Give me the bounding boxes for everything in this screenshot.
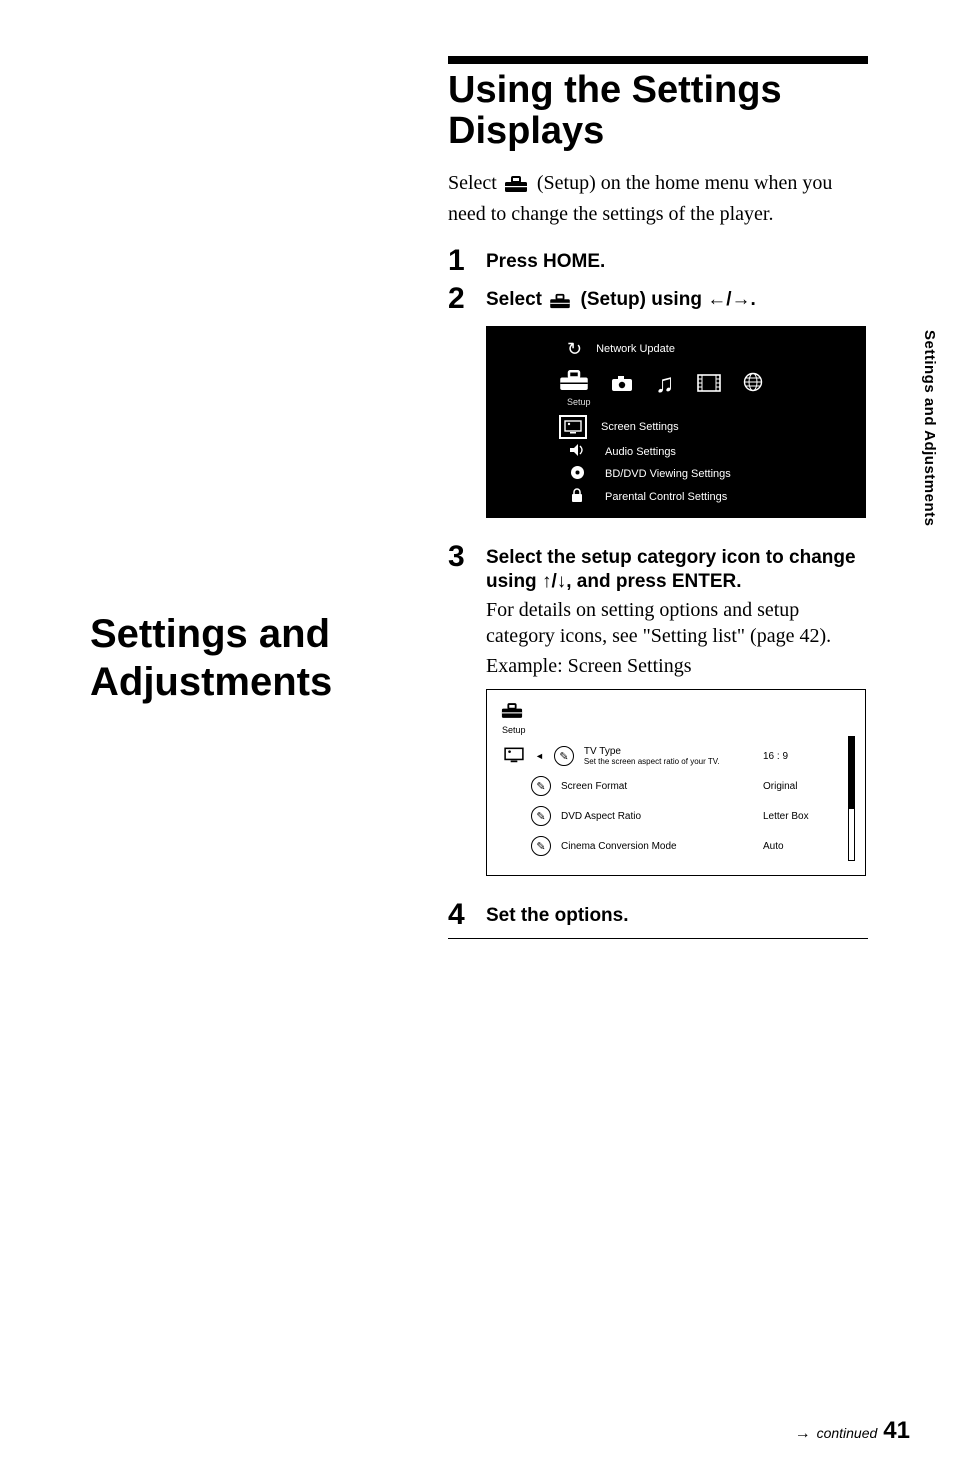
step-3-line2b: , and press ENTER. [566, 571, 741, 592]
step-2-text-b: (Setup) using [581, 289, 708, 310]
toolbox-icon [501, 702, 523, 725]
scrollbar-thumb [849, 737, 854, 808]
screenshot-screen-settings: Setup ◄ ✎ TV Type Set the screen [486, 689, 866, 876]
wrench-circle-icon: ✎ [554, 746, 574, 766]
step-number: 4 [448, 900, 472, 930]
toolbox-icon [549, 292, 571, 316]
step-2-text-c: . [750, 289, 755, 310]
left-right-arrows-icon: ←/→ [707, 289, 750, 310]
ss1-item-label: BD/DVD Viewing Settings [605, 468, 731, 480]
music-note-icon: ♫ [655, 368, 675, 399]
refresh-icon: ↻ [567, 339, 582, 360]
step-3: 3 Select the setup category icon to chan… [448, 542, 868, 893]
step-2: 2 Select (Setup) using ←/→. ↻ Network Up… [448, 284, 868, 534]
toolbox-icon [504, 174, 528, 201]
end-rule [448, 938, 868, 939]
screen-settings-icon [559, 415, 587, 439]
step-2-head: Select (Setup) using ←/→. [486, 288, 868, 316]
ss2-row-label: DVD Aspect Ratio [561, 811, 641, 822]
ss1-item-row: BD/DVD Viewing Settings [487, 463, 865, 486]
ss1-item-label: Parental Control Settings [605, 491, 727, 503]
ss2-row-sublabel: Set the screen aspect ratio of your TV. [584, 757, 720, 766]
step-number: 2 [448, 284, 472, 534]
intro-text-before: Select [448, 172, 502, 194]
page-heading: Using the Settings Displays [448, 70, 868, 152]
step-number: 3 [448, 542, 472, 893]
ss1-network-update: Network Update [596, 343, 675, 355]
step-1-head: Press HOME. [486, 250, 868, 274]
heading-rule [448, 56, 868, 64]
continued-label: continued [817, 1425, 878, 1441]
ss1-selected-label: Screen Settings [601, 421, 679, 433]
ss2-row-value: 16 : 9 [763, 751, 833, 762]
ss2-row: ✎ Screen Format Original [529, 771, 851, 801]
ss1-item-row: Audio Settings [487, 441, 865, 463]
audio-settings-icon [563, 443, 591, 461]
step-3-body2: Example: Screen Settings [486, 653, 868, 679]
screenshot-home-menu: ↻ Network Update ♫ [486, 326, 866, 518]
ss2-row-label: Screen Format [561, 781, 627, 792]
step-3-body1: For details on setting options and setup… [486, 597, 868, 649]
step-1: 1 Press HOME. [448, 246, 868, 276]
step-2-text-a: Select [486, 289, 547, 310]
disc-settings-icon [563, 465, 591, 484]
intro-paragraph: Select (Setup) on the home menu when you… [448, 170, 868, 228]
step-3-line1: Select the setup category icon to [486, 547, 789, 568]
ss2-row-arrow: ◄ [535, 751, 544, 761]
step-4: 4 Set the options. [448, 900, 868, 930]
ss2-row-value: Letter Box [763, 811, 833, 822]
ss1-selected-row: Screen Settings [487, 413, 865, 441]
ss1-category-icons: ♫ [487, 362, 865, 399]
ss1-top-row: ↻ Network Update [487, 337, 865, 362]
ss1-list: Screen Settings Audio Settings [487, 413, 865, 509]
ss1-setup-label: Setup [487, 397, 865, 407]
ss2-row-label: TV Type [584, 746, 621, 757]
ss2-row: ✎ DVD Aspect Ratio Letter Box [529, 801, 851, 831]
step-4-head: Set the options. [486, 904, 868, 928]
ss2-row-selected: ◄ ✎ TV Type Set the screen aspect ratio … [501, 741, 851, 771]
ss2-row-value: Auto [763, 841, 833, 852]
globe-icon [743, 368, 763, 399]
wrench-circle-icon: ✎ [531, 806, 551, 826]
toolbox-icon [559, 368, 589, 399]
step-number: 1 [448, 246, 472, 276]
film-strip-icon [697, 368, 721, 399]
ss1-item-row: Parental Control Settings [487, 486, 865, 509]
page-footer: → continued 41 [795, 1417, 910, 1445]
wrench-circle-icon: ✎ [531, 836, 551, 856]
steps-list: 1 Press HOME. 2 Select (Setup) using ←/→… [448, 246, 868, 930]
camera-icon [611, 368, 633, 399]
screen-settings-icon [503, 747, 525, 766]
up-down-arrows-icon: ↑/↓ [542, 571, 566, 592]
page-number: 41 [883, 1417, 910, 1445]
step-3-head: Select the setup category icon to change… [486, 546, 868, 594]
wrench-circle-icon: ✎ [531, 776, 551, 796]
ss2-row-value: Original [763, 781, 833, 792]
ss2-row-label: Cinema Conversion Mode [561, 841, 677, 852]
parental-lock-icon [563, 488, 591, 507]
scrollbar [848, 736, 855, 861]
ss2-row: ✎ Cinema Conversion Mode Auto [529, 831, 851, 861]
right-column: Using the Settings Displays Select (Setu… [448, 56, 868, 939]
ss2-setup-label: Setup [502, 725, 851, 735]
ss1-item-label: Audio Settings [605, 446, 676, 458]
section-title-left: Settings and Adjustments [90, 610, 410, 706]
side-tab: Settings and Adjustments [921, 330, 938, 526]
continued-arrow-icon: → [795, 1425, 811, 1443]
